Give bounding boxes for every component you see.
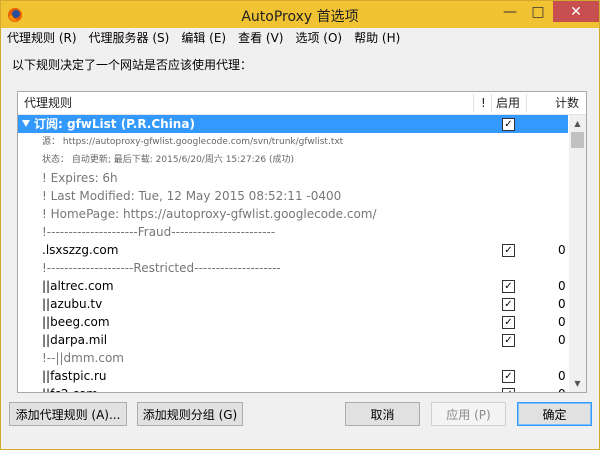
column-header-rule[interactable]: 代理规则 bbox=[24, 92, 72, 114]
column-header-bang[interactable]: ! bbox=[481, 92, 486, 114]
rule-text: ||fc2.com bbox=[42, 385, 98, 392]
rules-list: 订阅: gfwList (P.R.China) ✓ 源： https://autop… bbox=[18, 115, 568, 392]
title-bar[interactable]: AutoProxy 首选项 — □ ✕ bbox=[1, 1, 599, 28]
vertical-scrollbar[interactable]: ▲ ▼ bbox=[569, 115, 586, 392]
intro-text: 以下规则决定了一个网站是否应该使用代理： bbox=[12, 58, 253, 72]
minimize-button[interactable]: — bbox=[496, 1, 524, 22]
column-divider[interactable] bbox=[491, 94, 492, 112]
rule-text: 状态： 自动更新; 最后下载: 2015/6/20/周六 15:27:26 (成… bbox=[42, 155, 294, 165]
rule-row[interactable]: 状态： 自动更新; 最后下载: 2015/6/20/周六 15:27:26 (成… bbox=[18, 151, 568, 169]
rule-text: 订阅: gfwList (P.R.China) bbox=[34, 117, 195, 131]
enabled-checkbox[interactable]: ✓ bbox=[502, 334, 515, 347]
rule-text: ! Last Modified: Tue, 12 May 2015 08:52:… bbox=[42, 189, 342, 203]
rule-text: ! Expires: 6h bbox=[42, 171, 118, 185]
enabled-checkbox[interactable]: ✓ bbox=[502, 370, 515, 383]
enabled-checkbox[interactable]: ✓ bbox=[502, 388, 515, 392]
menu-options[interactable]: 选项 (O) bbox=[289, 28, 348, 48]
column-header-count[interactable]: 计数 bbox=[555, 92, 579, 114]
menu-edit[interactable]: 编辑 (E) bbox=[175, 28, 232, 48]
hit-count: 0 bbox=[558, 369, 566, 383]
column-divider[interactable] bbox=[526, 94, 527, 112]
rule-text: 源： https://autoproxy-gfwlist.googlecode.… bbox=[42, 137, 344, 147]
menu-help[interactable]: 帮助 (H) bbox=[348, 28, 406, 48]
rule-text: ||fastpic.ru bbox=[42, 369, 107, 383]
scroll-thumb[interactable] bbox=[571, 132, 584, 148]
rule-row[interactable]: ||darpa.mil ✓ 0 bbox=[18, 331, 568, 349]
enabled-checkbox[interactable]: ✓ bbox=[502, 280, 515, 293]
add-rule-button[interactable]: 添加代理规则 (A)... bbox=[9, 402, 127, 426]
rule-row[interactable]: ||fastpic.ru ✓ 0 bbox=[18, 367, 568, 385]
enabled-checkbox[interactable]: ✓ bbox=[502, 244, 515, 257]
rule-text: !---------------------Fraud-------------… bbox=[42, 225, 276, 239]
rule-row[interactable]: !--------------------Restricted---------… bbox=[18, 259, 568, 277]
rule-text: ||beeg.com bbox=[42, 315, 110, 329]
expand-triangle-icon[interactable] bbox=[22, 120, 30, 127]
menu-proxy-servers[interactable]: 代理服务器 (S) bbox=[83, 28, 176, 48]
enabled-checkbox[interactable]: ✓ bbox=[502, 298, 515, 311]
rule-text: ||altrec.com bbox=[42, 279, 114, 293]
menu-proxy-rules[interactable]: 代理规则 (R) bbox=[1, 28, 83, 48]
rule-text: .lsxszzg.com bbox=[42, 243, 119, 257]
rules-tree[interactable]: 代理规则 ! 启用 计数 订阅: gfwList (P.R.China) ✓ 源： … bbox=[17, 91, 587, 393]
hit-count: 0 bbox=[558, 315, 566, 329]
rule-text: !--------------------Restricted---------… bbox=[42, 261, 281, 275]
rule-row[interactable]: ! Last Modified: Tue, 12 May 2015 08:52:… bbox=[18, 187, 568, 205]
maximize-button[interactable]: □ bbox=[524, 1, 552, 22]
rule-row[interactable]: !--||dmm.com bbox=[18, 349, 568, 367]
rule-row[interactable]: ||azubu.tv ✓ 0 bbox=[18, 295, 568, 313]
hit-count: 0 bbox=[558, 279, 566, 293]
add-group-button[interactable]: 添加规则分组 (G) bbox=[137, 402, 243, 426]
enabled-checkbox[interactable]: ✓ bbox=[502, 118, 515, 131]
preferences-window: AutoProxy 首选项 — □ ✕ 代理规则 (R) 代理服务器 (S) 编… bbox=[0, 0, 600, 450]
subscription-row[interactable]: 订阅: gfwList (P.R.China) ✓ bbox=[18, 115, 568, 133]
column-divider[interactable] bbox=[473, 94, 474, 112]
rule-row[interactable]: ||altrec.com ✓ 0 bbox=[18, 277, 568, 295]
scroll-up-icon[interactable]: ▲ bbox=[569, 115, 586, 132]
hit-count: 0 bbox=[558, 385, 566, 392]
rule-text: ||azubu.tv bbox=[42, 297, 103, 311]
column-header-enabled[interactable]: 启用 bbox=[496, 92, 520, 114]
close-button[interactable]: ✕ bbox=[553, 1, 599, 22]
scroll-down-icon[interactable]: ▼ bbox=[569, 375, 586, 392]
rule-text: ||darpa.mil bbox=[42, 333, 108, 347]
cancel-button[interactable]: 取消 bbox=[345, 402, 420, 426]
menu-bar: 代理规则 (R) 代理服务器 (S) 编辑 (E) 查看 (V) 选项 (O) … bbox=[1, 28, 599, 48]
rule-row[interactable]: ! HomePage: https://autoproxy-gfwlist.go… bbox=[18, 205, 568, 223]
menu-view[interactable]: 查看 (V) bbox=[232, 28, 289, 48]
ok-button[interactable]: 确定 bbox=[517, 402, 592, 426]
rule-row[interactable]: !---------------------Fraud-------------… bbox=[18, 223, 568, 241]
rule-text: !--||dmm.com bbox=[42, 351, 124, 365]
hit-count: 0 bbox=[558, 333, 566, 347]
rule-row[interactable]: ||beeg.com ✓ 0 bbox=[18, 313, 568, 331]
rule-row[interactable]: ||fc2.com ✓ 0 bbox=[18, 385, 568, 392]
hit-count: 0 bbox=[558, 297, 566, 311]
rules-tree-header: 代理规则 ! 启用 计数 bbox=[18, 92, 586, 115]
rule-row[interactable]: .lsxszzg.com ✓ 0 bbox=[18, 241, 568, 259]
enabled-checkbox[interactable]: ✓ bbox=[502, 316, 515, 329]
hit-count: 0 bbox=[558, 243, 566, 257]
rule-row[interactable]: 源： https://autoproxy-gfwlist.googlecode.… bbox=[18, 133, 568, 151]
rule-row[interactable]: ! Expires: 6h bbox=[18, 169, 568, 187]
apply-button[interactable]: 应用 (P) bbox=[431, 402, 506, 426]
rule-text: ! HomePage: https://autoproxy-gfwlist.go… bbox=[42, 207, 377, 221]
